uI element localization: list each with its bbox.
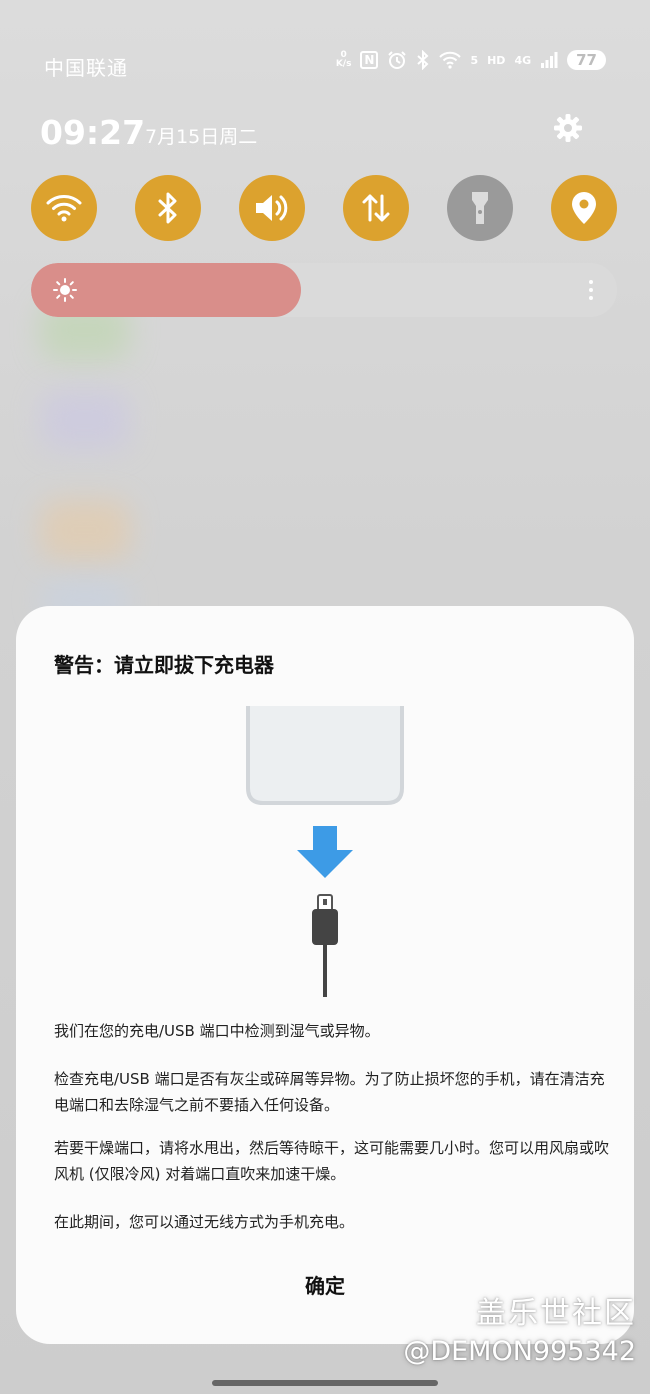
- watermark-username: @DEMON995342: [403, 1336, 636, 1367]
- bluetooth-toggle[interactable]: [135, 175, 201, 241]
- bluetooth-status-icon: [417, 50, 429, 70]
- clock: 09:27: [40, 113, 146, 152]
- brightness-slider[interactable]: [31, 263, 617, 317]
- bluetooth-icon: [158, 192, 177, 224]
- wifi-status-icon: [439, 51, 462, 69]
- status-icons: 0 K/s N 5 HD 4G 77: [336, 50, 606, 70]
- unplug-charger-illustration: [246, 706, 404, 997]
- phone-bottom-icon: [246, 706, 404, 805]
- dialog-paragraph-1: 我们在您的充电/USB 端口中检测到湿气或异物。: [54, 1022, 380, 1040]
- location-toggle[interactable]: [551, 175, 617, 241]
- flashlight-icon: [472, 192, 488, 224]
- quick-settings-row: [31, 175, 617, 241]
- wifi-toggle[interactable]: [31, 175, 97, 241]
- battery-level: 77: [567, 50, 606, 70]
- signal-icon: [541, 52, 558, 68]
- alarm-icon: [388, 51, 407, 69]
- sound-toggle[interactable]: [239, 175, 305, 241]
- speaker-icon: [256, 195, 288, 221]
- dialog-title: 警告：请立即拔下充电器: [54, 653, 274, 677]
- wifi-icon: [46, 195, 82, 222]
- cell-type-label: 4G: [514, 53, 532, 67]
- home-indicator[interactable]: [212, 1380, 438, 1386]
- wifi-band-label: 5: [470, 53, 479, 67]
- flashlight-toggle[interactable]: [447, 175, 513, 241]
- watermark-community: 盖乐世社区: [476, 1296, 636, 1331]
- more-options-icon[interactable]: [589, 279, 593, 301]
- dialog-paragraph-4: 在此期间，您可以通过无线方式为手机充电。: [54, 1213, 355, 1231]
- hd-label: HD: [487, 53, 506, 67]
- date: 7月15日周二: [145, 126, 258, 148]
- network-speed: 0 K/s: [335, 50, 352, 69]
- carrier-name: 中国联通: [44, 56, 128, 80]
- settings-gear-icon[interactable]: [553, 113, 583, 143]
- usb-cable-icon: [312, 894, 338, 997]
- moisture-warning-dialog: 警告：请立即拔下充电器 我们在您的充电/USB 端口中检测到湿气或异物。 检查充…: [16, 606, 634, 1344]
- mobile-data-toggle[interactable]: [343, 175, 409, 241]
- brightness-sun-icon: [53, 278, 77, 302]
- nfc-icon: N: [360, 51, 379, 69]
- dialog-paragraph-3: 若要干燥端口，请将水甩出，然后等待晾干，这可能需要几小时。您可以用风扇或吹风机 …: [54, 1139, 610, 1183]
- dialog-paragraph-2: 检查充电/USB 端口是否有灰尘或碎屑等异物。为了防止损坏您的手机，请在清洁充电…: [54, 1070, 605, 1114]
- data-transfer-icon: [362, 194, 390, 222]
- down-arrow-icon: [297, 826, 353, 878]
- status-bar: 中国联通 0 K/s N 5 HD 4G 77: [44, 50, 606, 80]
- location-pin-icon: [572, 192, 596, 224]
